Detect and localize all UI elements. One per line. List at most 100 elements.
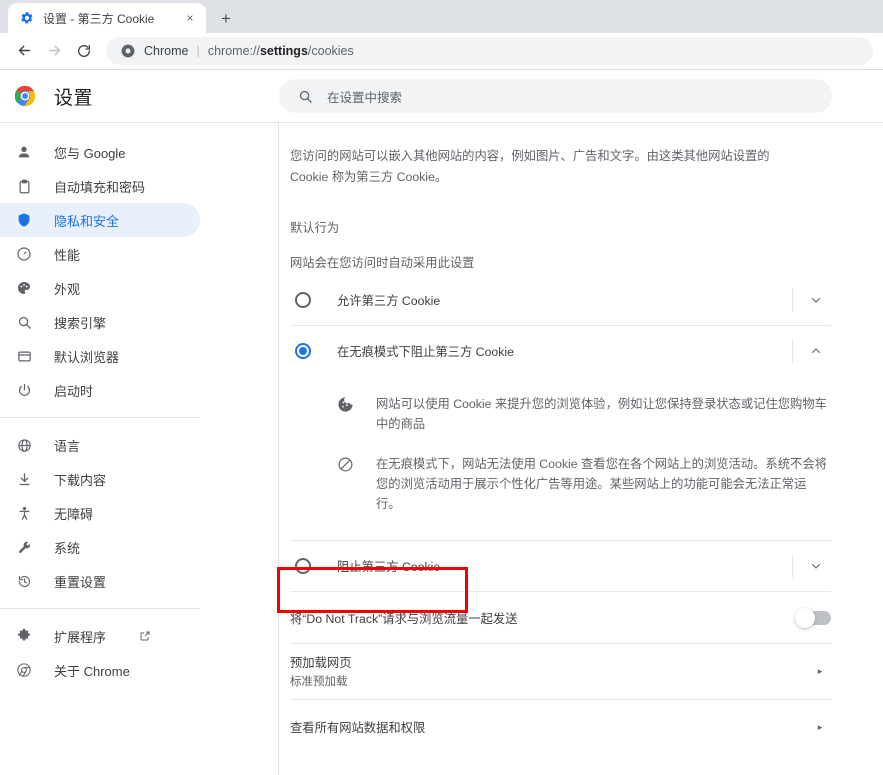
settings-header: 设置 在设置中搜索: [0, 70, 883, 122]
radio-button[interactable]: [295, 292, 311, 308]
sidebar-item-system[interactable]: 系统: [0, 530, 200, 564]
site-data-title: 查看所有网站数据和权限: [290, 721, 426, 735]
radio-button[interactable]: [295, 558, 311, 574]
browser-window-icon: [14, 346, 34, 366]
settings-content: 您访问的网站可以嵌入其他网站的内容，例如图片、广告和文字。由这类其他网站设置的 …: [279, 123, 883, 775]
detail-text: 网站可以使用 Cookie 来提升您的浏览体验，例如让您保持登录状态或记住您购物…: [376, 397, 827, 431]
sidebar-item-languages[interactable]: 语言: [0, 428, 200, 462]
intro-text: 您访问的网站可以嵌入其他网站的内容，例如图片、广告和文字。由这类其他网站设置的 …: [290, 149, 770, 184]
chevron-down-icon[interactable]: [801, 551, 831, 581]
chevron-up-icon[interactable]: [801, 336, 831, 366]
browser-window: 设置 - 第三方 Cookie × + Chrome | chrome://se…: [0, 0, 883, 775]
power-icon: [14, 380, 34, 400]
sidebar-item-on-startup[interactable]: 启动时: [0, 373, 200, 407]
sidebar-item-label: 扩展程序: [54, 629, 107, 645]
preload-subtitle: 标准预加载: [290, 676, 348, 688]
sidebar-item-label: 启动时: [54, 383, 94, 399]
sidebar-item-label: 性能: [54, 247, 81, 263]
toggle-knob: [795, 607, 815, 628]
sidebar-item-about-chrome[interactable]: 关于 Chrome: [0, 653, 200, 687]
block-icon: [336, 455, 354, 473]
option-allow-third-party-cookies[interactable]: 允许第三方 Cookie: [290, 275, 831, 325]
sidebar-item-default-browser[interactable]: 默认浏览器: [0, 339, 200, 373]
url-bold: settings: [259, 43, 308, 58]
preload-texts: 预加载网页 标准预加载: [290, 653, 809, 690]
sidebar-item-label: 您与 Google: [54, 145, 126, 161]
external-link-icon: [138, 629, 152, 643]
option-block-third-party-cookies[interactable]: 阻止第三方 Cookie: [290, 540, 831, 591]
omnibox-separator: |: [196, 43, 200, 58]
preload-title: 预加载网页: [290, 656, 352, 670]
chrome-logo-icon: [14, 85, 36, 107]
search-placeholder: 在设置中搜索: [327, 90, 403, 105]
option-block-third-party-cookies-incognito[interactable]: 在无痕模式下阻止第三方 Cookie: [290, 325, 831, 376]
sidebar-item-downloads[interactable]: 下载内容: [0, 462, 200, 496]
new-tab-button[interactable]: +: [212, 4, 240, 32]
chrome-icon: [14, 660, 34, 680]
sidebar-item-privacy-and-security[interactable]: 隐私和安全: [0, 203, 200, 237]
url-suffix: /cookies: [307, 43, 354, 58]
globe-icon: [14, 435, 34, 455]
cookie-icon: [336, 395, 354, 413]
sidebar-item-you-and-google[interactable]: 您与 Google: [0, 135, 200, 169]
puzzle-icon: [14, 626, 34, 646]
tab-title: 设置 - 第三方 Cookie: [43, 11, 155, 26]
do-not-track-toggle[interactable]: [795, 607, 831, 628]
row-divider: [792, 288, 793, 312]
option-label: 在无痕模式下阻止第三方 Cookie: [337, 345, 514, 359]
sidebar-item-extensions[interactable]: 扩展程序: [0, 619, 200, 653]
site-data-texts: 查看所有网站数据和权限: [290, 718, 809, 737]
page-title: 设置: [54, 87, 94, 109]
sidebar-item-search-engine[interactable]: 搜索引擎: [0, 305, 200, 339]
preload-pages-row[interactable]: 预加载网页 标准预加载 ▸: [290, 643, 831, 699]
address-bar[interactable]: Chrome | chrome://settings/cookies: [106, 36, 873, 65]
search-input[interactable]: 在设置中搜索: [279, 79, 832, 113]
detail-row: 网站可以使用 Cookie 来提升您的浏览体验，例如让您保持登录状态或记住您购物…: [290, 384, 831, 444]
reload-icon[interactable]: [70, 37, 98, 65]
security-chip-label: Chrome: [144, 43, 189, 58]
sidebar-item-label: 自动填充和密码: [54, 179, 146, 195]
sidebar-divider-2: [0, 608, 200, 609]
chrome-icon: [120, 43, 136, 59]
browser-tab[interactable]: 设置 - 第三方 Cookie ×: [8, 3, 206, 33]
sidebar-divider-1: [0, 417, 200, 418]
back-icon[interactable]: [10, 37, 38, 65]
shield-icon: [14, 210, 34, 230]
search-icon: [14, 312, 34, 332]
tab-strip: 设置 - 第三方 Cookie × +: [0, 0, 883, 33]
sidebar-item-label: 搜索引擎: [54, 315, 107, 331]
row-divider: [792, 554, 793, 578]
sidebar-item-label: 默认浏览器: [54, 349, 120, 365]
settings-brand: 设置: [0, 83, 279, 110]
chevron-down-icon[interactable]: [801, 285, 831, 315]
person-icon: [14, 142, 34, 162]
wrench-icon: [14, 537, 34, 557]
sidebar-item-label: 语言: [54, 438, 81, 454]
sidebar-item-label: 系统: [54, 540, 81, 556]
view-all-site-data-row[interactable]: 查看所有网站数据和权限 ▸: [290, 699, 831, 755]
url-text: chrome://settings/cookies: [208, 44, 354, 58]
chevron-right-icon[interactable]: ▸: [809, 666, 831, 677]
settings-body: 您与 Google 自动填充和密码 隐私和安全 性能 外观 搜索引擎 默认浏览器…: [0, 123, 883, 775]
chevron-right-icon[interactable]: ▸: [809, 722, 831, 733]
sidebar-item-appearance[interactable]: 外观: [0, 271, 200, 305]
sidebar-item-autofill[interactable]: 自动填充和密码: [0, 169, 200, 203]
close-icon[interactable]: ×: [182, 10, 198, 26]
sidebar-item-label: 重置设置: [54, 574, 107, 590]
default-behavior-title: 默认行为: [290, 221, 340, 235]
download-icon: [14, 469, 34, 489]
do-not-track-row[interactable]: 将“Do Not Track”请求与浏览流量一起发送: [290, 591, 831, 643]
palette-icon: [14, 278, 34, 298]
history-restore-icon: [14, 571, 34, 591]
radio-button-selected[interactable]: [295, 343, 311, 359]
option-label: 阻止第三方 Cookie: [337, 560, 441, 574]
settings-sidebar: 您与 Google 自动填充和密码 隐私和安全 性能 外观 搜索引擎 默认浏览器…: [0, 123, 279, 775]
sidebar-item-reset-settings[interactable]: 重置设置: [0, 564, 200, 598]
forward-icon[interactable]: [40, 37, 68, 65]
sidebar-item-accessibility[interactable]: 无障碍: [0, 496, 200, 530]
sidebar-item-performance[interactable]: 性能: [0, 237, 200, 271]
search-icon: [297, 88, 313, 104]
sidebar-item-label: 外观: [54, 281, 81, 297]
clipboard-icon: [14, 176, 34, 196]
sidebar-item-label: 下载内容: [54, 472, 107, 488]
